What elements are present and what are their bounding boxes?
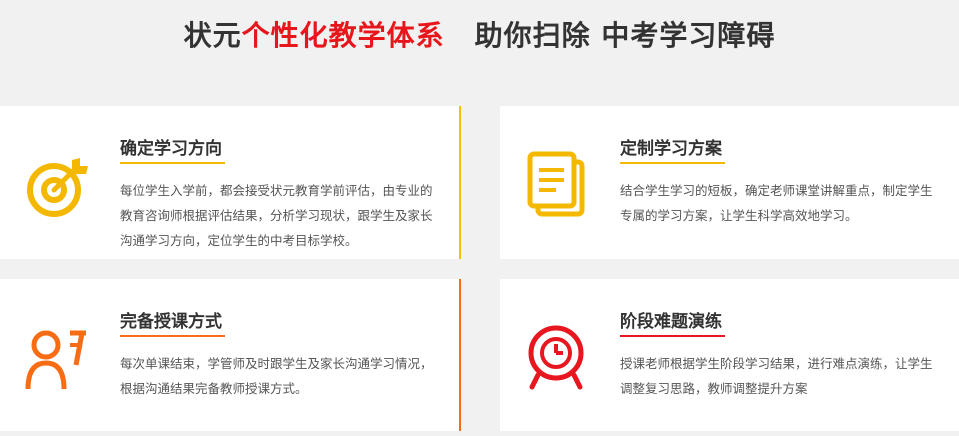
card-title: 完备授课方式 bbox=[120, 312, 222, 332]
card-problem-practice: 阶段难题演练 授课老师根据学生阶段学习结果，进行难点演练，让学生 调整复习思路，… bbox=[500, 279, 959, 431]
card-description: 每次单课结束，学管师及时跟学生及家长沟通学习情况， 根据沟通结果完备教师授课方式… bbox=[120, 356, 433, 396]
headline-part3: 助你扫除 中考学习障碍 bbox=[474, 19, 776, 52]
card-teaching-method: 完备授课方式 每次单课结束，学管师及时跟学生及家长沟通学习情况， 根据沟通结果完… bbox=[0, 279, 461, 431]
card-title: 确定学习方向 bbox=[120, 139, 222, 159]
target-icon bbox=[27, 158, 88, 217]
card-description: 每位学生入学前，都会接受状元教育学前评估，由专业的 教育咨询师根据评估结果，分析… bbox=[120, 183, 433, 248]
card-description: 结合学生学习的短板，确定老师课堂讲解重点，制定学生 专属的学习方案，让学生科学高… bbox=[620, 183, 933, 223]
card-title: 阶段难题演练 bbox=[620, 312, 722, 332]
teacher-icon bbox=[25, 330, 86, 390]
card-custom-plan: 定制学习方案 结合学生学习的短板，确定老师课堂讲解重点，制定学生 专属的学习方案… bbox=[500, 106, 959, 259]
card-description: 授课老师根据学生阶段学习结果，进行难点演练，让学生 调整复习思路，教师调整提升方… bbox=[620, 356, 933, 396]
card-learning-direction: 确定学习方向 每位学生入学前，都会接受状元教育学前评估，由专业的 教育咨询师根据… bbox=[0, 106, 461, 259]
page-headline: 状元个性化教学体系 助你扫除 中考学习障碍 bbox=[0, 14, 959, 54]
headline-part1: 状元 bbox=[183, 19, 242, 52]
document-icon bbox=[527, 151, 585, 217]
headline-highlight: 个性化教学体系 bbox=[241, 19, 445, 52]
clock-icon bbox=[528, 325, 584, 390]
card-title: 定制学习方案 bbox=[620, 139, 722, 159]
